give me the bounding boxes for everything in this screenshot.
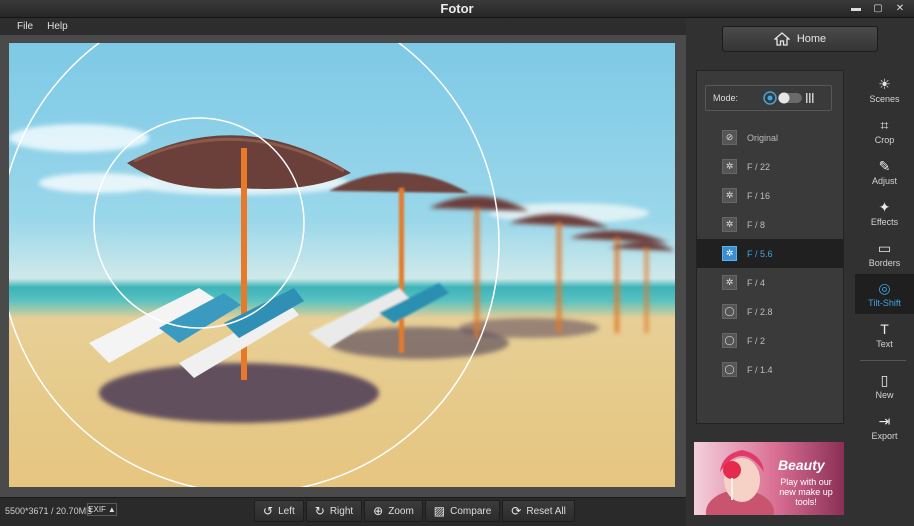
aperture-f2[interactable]: ◯ F / 2	[697, 326, 843, 355]
aperture-label: F / 5.6	[747, 248, 773, 259]
aperture-f4[interactable]: ✲ F / 4	[697, 268, 843, 297]
aperture-label: F / 2.8	[747, 306, 773, 317]
zoom-button[interactable]: ⊕ Zoom	[364, 500, 423, 522]
aperture-f1-4[interactable]: ◯ F / 1.4	[697, 355, 843, 384]
rotate-right-label: Right	[329, 505, 354, 517]
aperture-icon: ✲	[722, 246, 737, 261]
reset-icon: ⟳	[511, 504, 522, 518]
aperture-f22[interactable]: ✲ F / 22	[697, 152, 843, 181]
tool-effects[interactable]: ✦ Effects	[855, 193, 914, 233]
canvas-area	[0, 35, 686, 497]
mode-label: Mode:	[713, 93, 739, 103]
compare-button[interactable]: ▨ Compare	[424, 500, 501, 522]
aperture-label: F / 22	[747, 161, 771, 172]
adjust-icon: ✎	[878, 157, 891, 174]
rotate-left-button[interactable]: ↺ Left	[254, 500, 304, 522]
aperture-f2-8[interactable]: ◯ F / 2.8	[697, 297, 843, 326]
ad-text: Play with our new make up tools!	[779, 477, 833, 507]
aperture-label: F / 8	[747, 219, 766, 230]
tool-tilt-shift[interactable]: ◎ Tilt-Shift	[855, 274, 914, 314]
beach-photo	[9, 43, 675, 487]
no-effect-icon: ⊘	[722, 130, 737, 145]
zoom-label: Zoom	[388, 505, 414, 517]
tool-export[interactable]: ⇥ Export	[855, 407, 914, 447]
menu-bar: File Help	[0, 18, 686, 35]
aperture-label: F / 4	[747, 277, 766, 288]
aperture-icon: ✲	[722, 217, 737, 232]
aperture-list: ⊘ Original ✲ F / 22 ✲ F / 16 ✲ F / 8 ✲ F…	[697, 123, 843, 384]
aperture-icon: ✲	[722, 275, 737, 290]
maximize-button[interactable]: ▢	[870, 2, 886, 15]
borders-icon: ▭	[877, 239, 892, 256]
mode-row: Mode:	[705, 85, 832, 111]
tool-label: Text	[876, 339, 893, 349]
minimize-button[interactable]: ▬	[848, 2, 864, 15]
photo-canvas[interactable]	[9, 43, 675, 487]
tools-divider	[860, 360, 906, 361]
tool-label: Adjust	[871, 176, 897, 186]
tool-text[interactable]: T Text	[855, 315, 914, 355]
tool-borders[interactable]: ▭ Borders	[855, 234, 914, 274]
menu-help[interactable]: Help	[40, 18, 75, 35]
menu-file[interactable]: File	[10, 18, 40, 35]
aperture-f5-6[interactable]: ✲ F / 5.6	[697, 239, 843, 268]
effects-icon: ✦	[878, 198, 891, 215]
rotate-left-label: Left	[278, 505, 295, 517]
aperture-label: F / 2	[747, 335, 766, 346]
tool-label: Effects	[870, 217, 899, 227]
export-icon: ⇥	[878, 412, 891, 429]
aperture-original[interactable]: ⊘ Original	[697, 123, 843, 152]
aperture-icon: ◯	[722, 362, 737, 377]
tool-adjust[interactable]: ✎ Adjust	[855, 152, 914, 192]
tool-crop[interactable]: ⌗ Crop	[855, 111, 914, 151]
image-info: 5500*3671 / 20.70MB	[5, 506, 93, 516]
close-button[interactable]: ✕	[892, 2, 908, 15]
rotate-left-icon: ↺	[263, 504, 274, 518]
exif-button[interactable]: EXIF ▲	[87, 503, 117, 516]
ad-title: Beauty	[778, 457, 825, 473]
tool-label: Crop	[874, 135, 895, 145]
aperture-icon: ✲	[722, 188, 737, 203]
scenes-icon: ☀	[878, 75, 891, 92]
aperture-icon: ◯	[722, 304, 737, 319]
reset-all-label: Reset All	[526, 505, 566, 517]
status-bar: 5500*3671 / 20.70MB EXIF ▲ ↺ Left ↻ Righ…	[0, 497, 686, 526]
exif-label: EXIF	[88, 505, 106, 514]
title-bar: Fotor ▬ ▢ ✕	[0, 0, 914, 18]
compare-icon: ▨	[433, 504, 446, 518]
new-icon: ▯	[880, 371, 889, 388]
aperture-f16[interactable]: ✲ F / 16	[697, 181, 843, 210]
text-icon: T	[880, 321, 889, 337]
mode-toggle[interactable]	[763, 91, 817, 105]
tilt-shift-icon: ◎	[878, 279, 891, 296]
tool-label: Scenes	[869, 94, 900, 104]
home-icon	[773, 32, 790, 46]
zoom-icon: ⊕	[373, 504, 384, 518]
tool-new[interactable]: ▯ New	[855, 366, 914, 406]
rotate-right-icon: ↻	[314, 504, 325, 518]
crop-icon: ⌗	[880, 116, 889, 133]
tool-label: Tilt-Shift	[868, 298, 901, 308]
aperture-label: F / 16	[747, 190, 771, 201]
home-button[interactable]: Home	[722, 26, 878, 52]
aperture-icon: ◯	[722, 333, 737, 348]
tilt-shift-panel: Mode: ⊘ Original ✲ F / 22 ✲ F / 16 ✲ F /…	[696, 70, 844, 424]
aperture-icon: ✲	[722, 159, 737, 174]
aperture-label: Original	[747, 132, 779, 143]
caret-up-icon: ▲	[107, 505, 116, 514]
tool-label: Export	[871, 431, 898, 441]
tool-label: New	[875, 390, 894, 400]
aperture-label: F / 1.4	[747, 364, 773, 375]
rotate-right-button[interactable]: ↻ Right	[305, 500, 363, 522]
reset-all-button[interactable]: ⟳ Reset All	[502, 500, 575, 522]
home-label: Home	[796, 33, 827, 45]
compare-label: Compare	[450, 505, 492, 517]
app-title: Fotor	[440, 1, 474, 16]
aperture-f8[interactable]: ✲ F / 8	[697, 210, 843, 239]
tool-scenes[interactable]: ☀ Scenes	[855, 70, 914, 110]
tool-label: Borders	[868, 258, 901, 268]
beauty-ad-banner[interactable]: Beauty Play with our new make up tools!	[694, 442, 844, 515]
ad-model-image	[706, 450, 774, 515]
